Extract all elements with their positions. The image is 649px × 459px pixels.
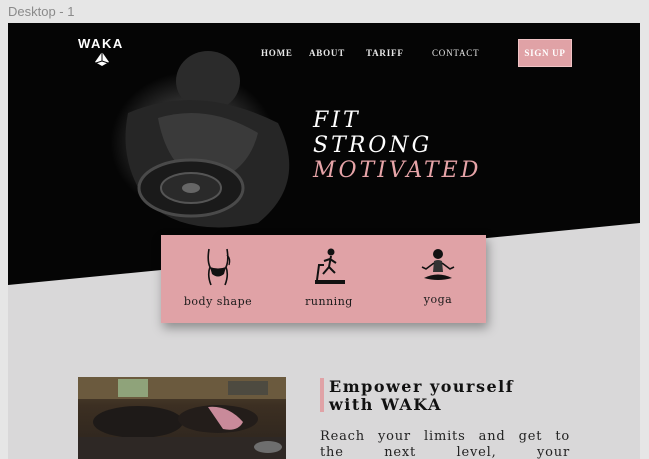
feature-label: body shape <box>183 295 253 308</box>
feature-yoga[interactable]: yoga <box>393 247 483 306</box>
desktop-frame: WAKA HOME ABOUT TARIFF CONTACT SIGN UP F… <box>8 23 640 459</box>
workout-photo-image <box>78 377 286 459</box>
sign-up-button[interactable]: SIGN UP <box>518 39 572 67</box>
feature-running[interactable]: running <box>284 247 374 308</box>
hero-headline-fit: FIT <box>313 108 361 133</box>
nav-tariff-link[interactable]: TARIFF <box>366 48 404 58</box>
logo-mark-icon <box>95 52 109 66</box>
section-title-line2: with WAKA <box>329 395 442 414</box>
feature-label: running <box>305 295 353 308</box>
section-accent-bar <box>320 378 324 412</box>
feature-body-shape[interactable]: body shape <box>173 247 263 308</box>
nav-about-link[interactable]: ABOUT <box>309 48 345 58</box>
nav-contact-link[interactable]: CONTACT <box>432 48 479 58</box>
section-title-line1: Empower yourself <box>329 377 515 396</box>
nav-home-link[interactable]: HOME <box>261 48 293 58</box>
section-body-line1: Reach your limits and get to <box>320 429 570 444</box>
yoga-pose-icon <box>421 249 455 280</box>
frame-label: Desktop - 1 <box>8 4 75 19</box>
treadmill-runner-icon <box>315 248 345 284</box>
hero-headline-motivated: MOTIVATED <box>313 158 482 183</box>
section-body-line2: the next level, your <box>320 445 570 459</box>
hero-headline-strong: STRONG <box>313 133 433 158</box>
brand-logo-text[interactable]: WAKA <box>78 36 124 51</box>
feature-label: yoga <box>423 293 453 306</box>
features-card: body shape running yoga <box>161 235 486 323</box>
workout-photo <box>78 377 286 459</box>
body-shape-icon <box>207 248 231 286</box>
